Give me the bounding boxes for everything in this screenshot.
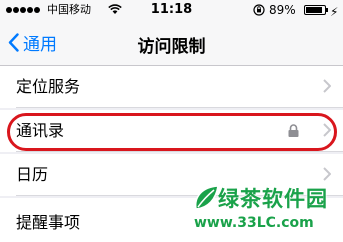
watermark: 绿茶软件园 www.33LC.com [192, 183, 342, 241]
battery-percent: 89% [269, 3, 296, 17]
row-separator [16, 107, 343, 108]
leaf-logo-icon [194, 185, 219, 210]
watermark-title: 绿茶软件园 [218, 187, 328, 211]
battery-cap [326, 8, 328, 12]
chevron-right-icon [323, 167, 331, 181]
page-title: 访问限制 [137, 37, 206, 57]
watermark-url: www.33LC.com [194, 215, 314, 231]
row-label: 定位服务 [16, 77, 81, 96]
navigation-bar: 通用 访问限制 [0, 20, 343, 66]
chevron-right-icon [323, 79, 331, 93]
row-location-services[interactable]: 定位服务 [0, 66, 343, 108]
charging-bolt-icon: ⚡ [330, 5, 339, 19]
rotation-lock-icon [253, 4, 265, 16]
highlight-annotation [7, 113, 337, 151]
battery-icon [304, 5, 326, 15]
row-separator [16, 151, 343, 152]
status-bar: 中国移动 11:18 89% ⚡ [0, 0, 343, 20]
row-label: 提醒事项 [16, 213, 81, 232]
row-label: 日历 [16, 165, 49, 184]
